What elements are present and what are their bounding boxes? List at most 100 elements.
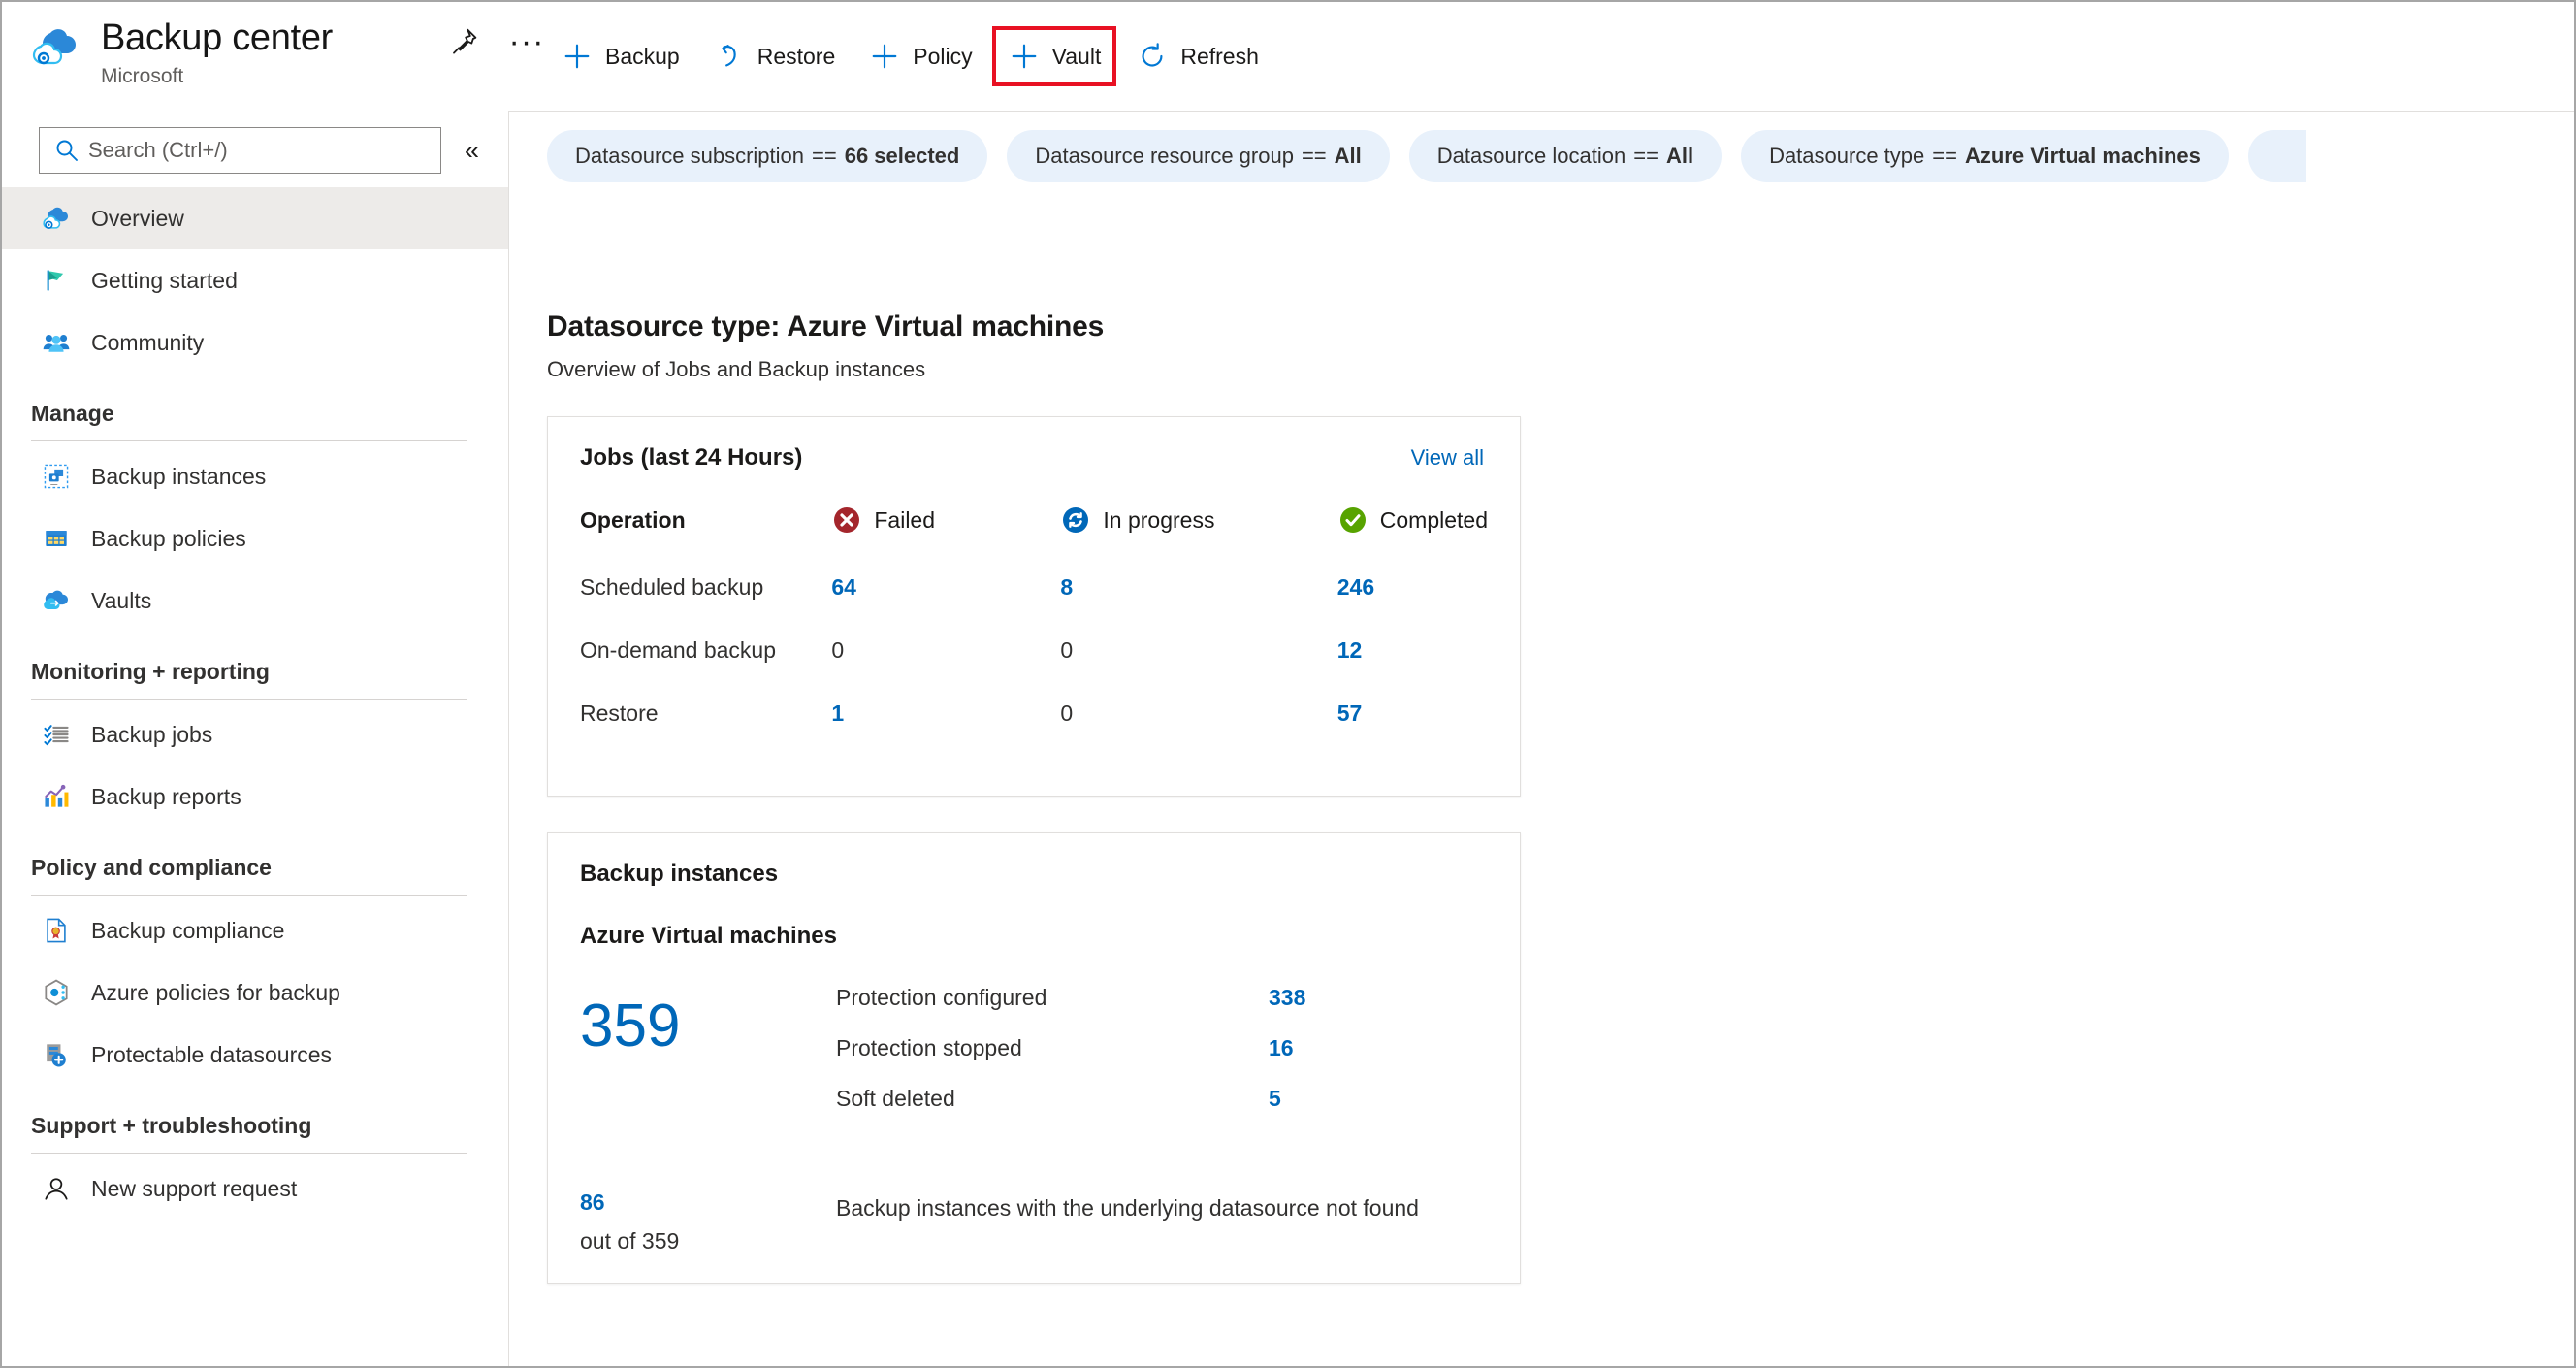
filter-chip-name: Datasource subscription bbox=[575, 144, 805, 168]
search-box[interactable] bbox=[39, 127, 441, 174]
sidebar-nav: Overview Getting started Community Manag… bbox=[2, 187, 508, 1220]
instances-card-title: Backup instances bbox=[580, 861, 779, 887]
filter-chip-operator: == bbox=[1301, 144, 1327, 168]
main-content: Datasource type: Azure Virtual machines … bbox=[509, 201, 2574, 1366]
people-icon bbox=[39, 325, 74, 360]
instances-footer-outof: out of 359 bbox=[580, 1228, 680, 1254]
job-failed-count[interactable]: 64 bbox=[831, 536, 1060, 599]
chevron-double-left-icon[interactable]: « bbox=[459, 133, 485, 168]
toolbar-button-label: Restore bbox=[757, 43, 836, 69]
sidebar-item-backup-compliance[interactable]: Backup compliance bbox=[2, 899, 508, 961]
jobs-card-header: Jobs (last 24 Hours) View all bbox=[580, 446, 1488, 470]
sidebar-group-items: New support request bbox=[2, 1157, 508, 1220]
list-item: Protection stopped 16 bbox=[836, 1037, 1488, 1059]
sidebar-item-backup-reports[interactable]: Backup reports bbox=[2, 765, 508, 828]
sidebar-item-protectable-datasources[interactable]: Protectable datasources bbox=[2, 1024, 508, 1086]
document-seal-icon bbox=[39, 913, 74, 948]
backup-button[interactable]: Backup bbox=[547, 30, 693, 82]
checklist-icon bbox=[39, 717, 74, 752]
toolbar-button-label: Backup bbox=[605, 43, 680, 69]
instances-row-value[interactable]: 16 bbox=[1269, 1037, 1294, 1059]
jobs-card: Jobs (last 24 Hours) View all Operation bbox=[547, 416, 1521, 797]
sidebar-group-items: Backup jobs Backup reports bbox=[2, 703, 508, 828]
command-toolbar: Backup Restore Policy Vault Refresh bbox=[509, 2, 2574, 112]
instances-row-value[interactable]: 338 bbox=[1269, 987, 1305, 1009]
instances-row-label: Protection configured bbox=[836, 985, 1047, 1010]
sidebar-item-label: Protectable datasources bbox=[91, 1041, 333, 1067]
sidebar-item-backup-policies[interactable]: Backup policies bbox=[2, 507, 508, 570]
instances-breakdown: Protection configured 338 Protection sto… bbox=[836, 987, 1488, 1138]
job-failed-count[interactable]: 1 bbox=[831, 662, 1060, 725]
instances-footer-count[interactable]: 86 bbox=[580, 1191, 836, 1214]
instances-row-label: Protection stopped bbox=[836, 1035, 1022, 1060]
sidebar-search-row: « bbox=[2, 127, 508, 174]
sidebar-item-azure-policies-for-backup[interactable]: Azure policies for backup bbox=[2, 961, 508, 1024]
sidebar-item-vaults[interactable]: Vaults bbox=[2, 570, 508, 632]
filter-chip-datasource-resource-group[interactable]: Datasource resource group == All bbox=[1007, 130, 1390, 182]
search-icon bbox=[53, 137, 80, 164]
support-person-icon bbox=[39, 1171, 74, 1206]
status-label: In progress bbox=[1103, 506, 1215, 533]
restore-button[interactable]: Restore bbox=[699, 30, 850, 82]
instances-total-count[interactable]: 359 bbox=[580, 987, 836, 1138]
toolbar-button-label: Policy bbox=[913, 43, 973, 69]
list-item: Protection configured 338 bbox=[836, 987, 1488, 1009]
sidebar-group-items: Backup compliance Azure policies for bac… bbox=[2, 899, 508, 1086]
filter-chip-overflow[interactable] bbox=[2247, 130, 2306, 182]
sidebar-item-community[interactable]: Community bbox=[2, 311, 508, 374]
instances-footer-count-block: 86 out of 359 bbox=[580, 1191, 836, 1253]
backup-instances-card: Backup instances Azure Virtual machines … bbox=[547, 832, 1521, 1284]
datasource-type-subheading: Overview of Jobs and Backup instances bbox=[547, 357, 926, 381]
filter-chip-name: Datasource type bbox=[1769, 144, 1925, 168]
backup-center-page: Backup center Microsoft ··· Search (Ctrl… bbox=[0, 0, 2576, 1368]
sidebar-item-backup-jobs[interactable]: Backup jobs bbox=[2, 703, 508, 765]
jobs-col-operation: Operation bbox=[580, 506, 686, 533]
job-in-progress-count[interactable]: 8 bbox=[1060, 536, 1336, 599]
sync-circle-icon bbox=[1060, 505, 1091, 536]
sidebar-item-label: Overview bbox=[91, 205, 184, 231]
job-completed-count[interactable]: 246 bbox=[1337, 536, 1488, 599]
sidebar-item-label: Vaults bbox=[91, 587, 152, 613]
search-input[interactable] bbox=[88, 138, 418, 163]
plus-icon bbox=[1008, 40, 1041, 73]
job-in-progress-count: 0 bbox=[1060, 637, 1074, 663]
plus-icon bbox=[868, 40, 901, 73]
sidebar-item-overview[interactable]: Overview bbox=[2, 187, 508, 249]
datasource-type-heading: Datasource type: Azure Virtual machines bbox=[547, 310, 1105, 342]
toolbar-button-label: Vault bbox=[1051, 43, 1102, 69]
sidebar-item-label: Community bbox=[91, 329, 205, 355]
refresh-button[interactable]: Refresh bbox=[1122, 30, 1272, 82]
filter-chip-datasource-location[interactable]: Datasource location == All bbox=[1408, 130, 1723, 182]
filter-chip-datasource-subscription[interactable]: Datasource subscription == 66 selected bbox=[547, 130, 988, 182]
jobs-table-head: Operation Failed In progress Completed bbox=[580, 505, 1488, 536]
jobs-card-title: Jobs (last 24 Hours) bbox=[580, 444, 803, 471]
instances-summary: 359 Protection configured 338 Protection… bbox=[580, 987, 1488, 1138]
instances-footer: 86 out of 359 Backup instances with the … bbox=[580, 1191, 1488, 1253]
toolbar-button-label: Refresh bbox=[1180, 43, 1259, 69]
instances-footer-description: Backup instances with the underlying dat… bbox=[836, 1195, 1419, 1221]
vault-button[interactable]: Vault bbox=[991, 26, 1117, 86]
filter-chip-datasource-type[interactable]: Datasource type == Azure Virtual machine… bbox=[1741, 130, 2229, 182]
filter-chip-operator: == bbox=[812, 144, 837, 168]
table-row: On-demand backup 0 0 12 bbox=[580, 599, 1488, 662]
job-operation-name: Restore bbox=[580, 700, 659, 726]
filter-chip-name: Datasource location bbox=[1436, 144, 1626, 168]
sidebar-item-label: Backup policies bbox=[91, 525, 246, 551]
sidebar-item-new-support-request[interactable]: New support request bbox=[2, 1157, 508, 1220]
job-completed-count[interactable]: 12 bbox=[1337, 599, 1488, 662]
checkmark-circle-icon bbox=[1337, 505, 1368, 536]
jobs-col-in-progress: In progress bbox=[1060, 505, 1336, 536]
pin-icon[interactable] bbox=[443, 19, 486, 62]
sidebar-item-getting-started[interactable]: Getting started bbox=[2, 249, 508, 311]
sidebar-item-backup-instances[interactable]: Backup instances bbox=[2, 445, 508, 507]
instances-row-label: Soft deleted bbox=[836, 1086, 955, 1111]
jobs-view-all-link[interactable]: View all bbox=[1411, 447, 1484, 469]
sidebar-item-label: New support request bbox=[91, 1175, 298, 1201]
policy-button[interactable]: Policy bbox=[854, 30, 985, 82]
sidebar-group-title: Manage bbox=[31, 401, 114, 426]
job-operation-name: Scheduled backup bbox=[580, 574, 764, 600]
job-completed-count[interactable]: 57 bbox=[1337, 662, 1488, 725]
sidebar-group-items: Backup instances Backup policies Vaults bbox=[2, 445, 508, 632]
instances-row-value[interactable]: 5 bbox=[1269, 1088, 1281, 1110]
backup-center-logo-icon bbox=[29, 21, 85, 78]
